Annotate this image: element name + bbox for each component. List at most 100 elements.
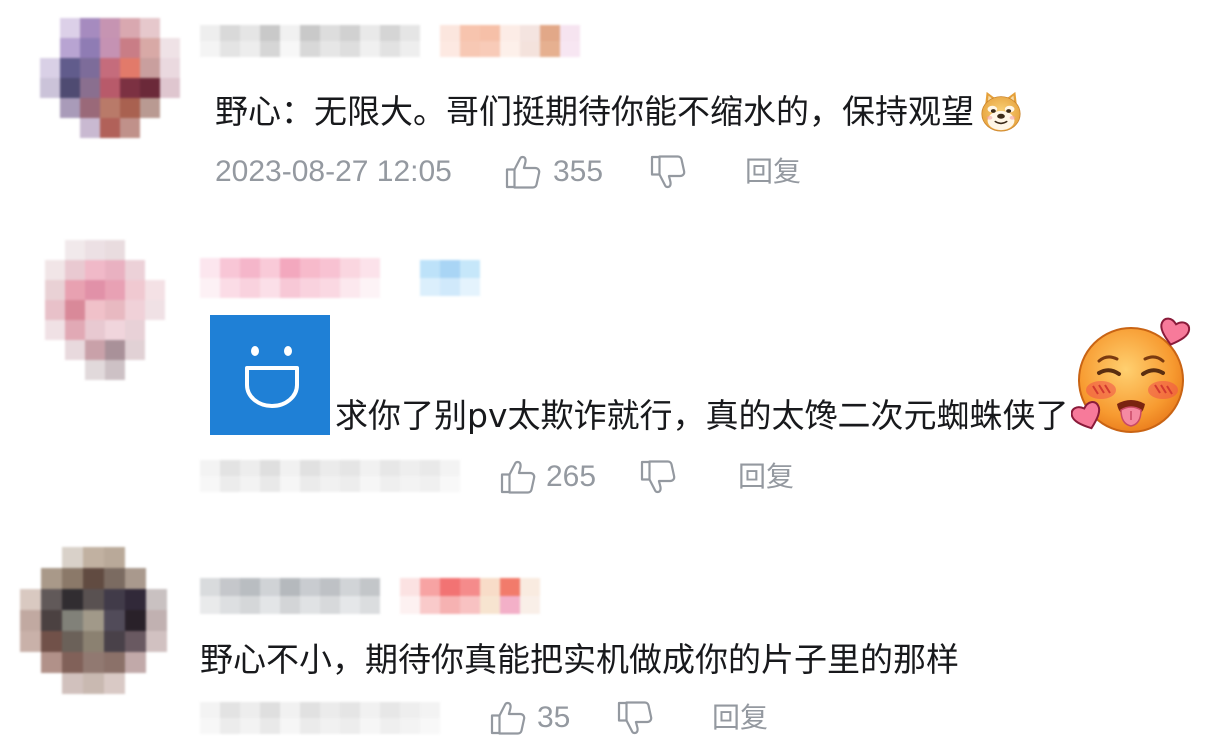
- dislike-button[interactable]: [640, 459, 676, 495]
- mosaic-cell: [360, 278, 380, 298]
- mosaic-cell: [45, 280, 65, 300]
- mosaic-cell: [560, 41, 580, 57]
- mosaic-cell: [220, 25, 240, 41]
- mosaic-cell: [460, 260, 480, 278]
- mosaic-cell: [240, 596, 260, 614]
- mosaic-cell: [105, 320, 125, 340]
- mosaic-cell: [41, 547, 62, 568]
- mosaic-cell: [41, 673, 62, 694]
- mosaic-cell: [220, 596, 240, 614]
- avatar[interactable]: [45, 240, 165, 380]
- username-mosaic[interactable]: [200, 25, 420, 57]
- like-button[interactable]: 265: [500, 459, 596, 495]
- mosaic-cell: [340, 718, 360, 734]
- mosaic-cell: [65, 360, 85, 380]
- mosaic-cell: [420, 578, 440, 596]
- mosaic-cell: [280, 460, 300, 476]
- mosaic-cell: [240, 460, 260, 476]
- mosaic-cell: [360, 702, 380, 718]
- mosaic-cell: [83, 610, 104, 631]
- reply-button[interactable]: 回复: [738, 460, 794, 494]
- mosaic-cell: [62, 568, 83, 589]
- reply-button[interactable]: 回复: [712, 701, 768, 735]
- mosaic-cell: [260, 258, 280, 278]
- like-button[interactable]: 355: [505, 154, 603, 190]
- mosaic-cell: [83, 673, 104, 694]
- thumbs-up-icon: [505, 155, 541, 189]
- mosaic-cell: [160, 58, 180, 78]
- mosaic-cell: [83, 589, 104, 610]
- mosaic-cell: [140, 18, 160, 38]
- mosaic-cell: [65, 280, 85, 300]
- mosaic-cell: [300, 596, 320, 614]
- mosaic-cell: [100, 58, 120, 78]
- mosaic-cell: [240, 718, 260, 734]
- mosaic-cell: [440, 460, 460, 476]
- reply-button[interactable]: 回复: [745, 155, 801, 189]
- mosaic-cell: [240, 702, 260, 718]
- mosaic-cell: [400, 25, 420, 41]
- username-mosaic[interactable]: [200, 578, 380, 614]
- mosaic-cell: [40, 78, 60, 98]
- mosaic-cell: [300, 41, 320, 57]
- mosaic-cell: [200, 41, 220, 57]
- mosaic-cell: [125, 360, 145, 380]
- smiley-sticker-icon[interactable]: [210, 315, 330, 435]
- mosaic-cell: [280, 258, 300, 278]
- comment-content: 野心：无限大。哥们挺期待你能不缩水的，保持观望: [215, 88, 1024, 134]
- thumbs-down-icon: [640, 460, 676, 494]
- mosaic-cell: [45, 260, 65, 280]
- mosaic-cell: [45, 320, 65, 340]
- mosaic-cell: [340, 476, 360, 492]
- mosaic-cell: [480, 41, 500, 57]
- mosaic-cell: [41, 589, 62, 610]
- mosaic-cell: [300, 278, 320, 298]
- mosaic-cell: [104, 547, 125, 568]
- mosaic-cell: [65, 260, 85, 280]
- mosaic-cell: [125, 652, 146, 673]
- mosaic-cell: [120, 78, 140, 98]
- mosaic-cell: [400, 578, 420, 596]
- mosaic-cell: [200, 460, 220, 476]
- mosaic-cell: [320, 702, 340, 718]
- dislike-button[interactable]: [650, 154, 686, 190]
- mosaic-cell: [20, 610, 41, 631]
- dislike-button[interactable]: [617, 700, 653, 736]
- like-count: 265: [546, 460, 597, 493]
- mosaic-cell: [125, 547, 146, 568]
- mosaic-cell: [260, 596, 280, 614]
- avatar[interactable]: [40, 18, 180, 138]
- thumbs-up-icon: [500, 460, 536, 494]
- mosaic-cell: [300, 460, 320, 476]
- mosaic-cell: [60, 18, 80, 38]
- mosaic-cell: [146, 631, 167, 652]
- mosaic-cell: [80, 78, 100, 98]
- username-mosaic[interactable]: [200, 258, 380, 298]
- mosaic-cell: [120, 118, 140, 138]
- mosaic-cell: [105, 240, 125, 260]
- mosaic-cell: [340, 460, 360, 476]
- mosaic-cell: [40, 18, 60, 38]
- avatar[interactable]: [20, 547, 167, 694]
- mosaic-cell: [145, 300, 165, 320]
- mosaic-cell: [62, 610, 83, 631]
- mosaic-cell: [460, 278, 480, 296]
- mosaic-cell: [240, 25, 260, 41]
- mosaic-cell: [125, 631, 146, 652]
- mosaic-cell: [380, 718, 400, 734]
- mosaic-cell: [420, 278, 440, 296]
- mosaic-cell: [20, 673, 41, 694]
- mosaic-cell: [160, 118, 180, 138]
- mosaic-cell: [40, 38, 60, 58]
- mosaic-cell: [41, 568, 62, 589]
- mosaic-cell: [320, 718, 340, 734]
- mosaic-cell: [62, 673, 83, 694]
- mosaic-cell: [125, 340, 145, 360]
- mosaic-cell: [380, 476, 400, 492]
- mosaic-cell: [80, 38, 100, 58]
- mosaic-cell: [300, 258, 320, 278]
- mosaic-cell: [120, 38, 140, 58]
- mosaic-cell: [380, 41, 400, 57]
- like-button[interactable]: 35: [490, 700, 570, 736]
- mosaic-cell: [440, 578, 460, 596]
